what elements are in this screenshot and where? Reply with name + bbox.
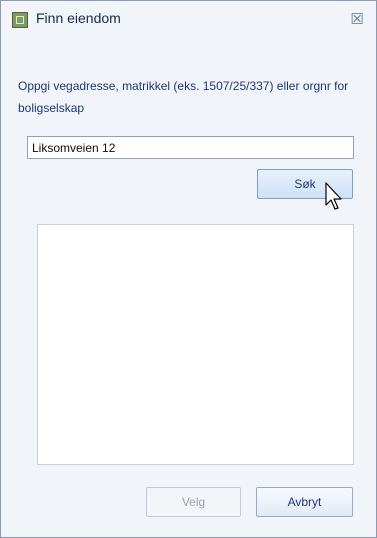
results-list[interactable] (37, 224, 354, 465)
search-input[interactable] (27, 136, 354, 159)
window-title: Finn eiendom (36, 10, 121, 26)
cancel-button[interactable]: Avbryt (256, 487, 353, 517)
instruction-text: Oppgi vegadresse, matrikkel (eks. 1507/2… (18, 79, 349, 115)
select-button[interactable]: Velg (146, 487, 241, 517)
mouse-cursor-icon (325, 182, 342, 210)
close-icon[interactable]: ☒ (348, 10, 366, 28)
property-icon (12, 12, 28, 28)
title-bar[interactable]: Finn eiendom ☒ (1, 1, 376, 39)
